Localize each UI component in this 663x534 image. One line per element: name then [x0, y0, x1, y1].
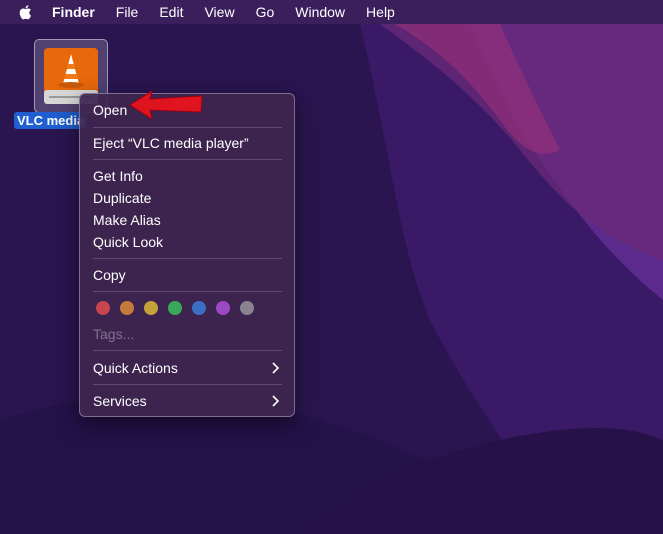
- annotation-arrow-icon: [129, 89, 203, 121]
- menu-window[interactable]: Window: [295, 4, 345, 20]
- menu-item-services-label: Services: [93, 393, 147, 409]
- menu-bar: Finder File Edit View Go Window Help: [0, 0, 663, 24]
- menu-item-eject[interactable]: Eject “VLC media player”: [93, 133, 282, 153]
- menu-separator: [93, 350, 282, 351]
- menu-separator: [93, 291, 282, 292]
- tag-color-blue[interactable]: [192, 301, 206, 315]
- menu-item-get-info[interactable]: Get Info: [93, 166, 282, 186]
- apple-icon[interactable]: [17, 3, 35, 21]
- tag-color-green[interactable]: [168, 301, 182, 315]
- tag-colors-row: [96, 301, 264, 317]
- tag-color-purple[interactable]: [216, 301, 230, 315]
- tag-color-red[interactable]: [96, 301, 110, 315]
- menu-item-copy[interactable]: Copy: [93, 265, 282, 285]
- menu-item-make-alias[interactable]: Make Alias: [93, 210, 282, 230]
- menu-go[interactable]: Go: [256, 4, 275, 20]
- menu-separator: [93, 127, 282, 128]
- menu-item-services[interactable]: Services: [93, 391, 282, 411]
- menu-item-duplicate[interactable]: Duplicate: [93, 188, 282, 208]
- chevron-right-icon: [272, 395, 280, 407]
- menu-item-quick-look[interactable]: Quick Look: [93, 232, 282, 252]
- tag-color-yellow[interactable]: [144, 301, 158, 315]
- menu-finder[interactable]: Finder: [52, 4, 95, 20]
- menu-separator: [93, 258, 282, 259]
- menu-edit[interactable]: Edit: [159, 4, 183, 20]
- menu-item-quick-actions[interactable]: Quick Actions: [93, 358, 282, 378]
- tag-color-orange[interactable]: [120, 301, 134, 315]
- chevron-right-icon: [272, 362, 280, 374]
- tag-color-gray[interactable]: [240, 301, 254, 315]
- context-menu: Open Eject “VLC media player” Get Info D…: [79, 93, 295, 417]
- vlc-drive-label[interactable]: VLC media: [14, 112, 88, 129]
- menu-file[interactable]: File: [116, 4, 139, 20]
- menu-separator: [93, 384, 282, 385]
- menu-separator: [93, 159, 282, 160]
- menu-help[interactable]: Help: [366, 4, 395, 20]
- menu-view[interactable]: View: [204, 4, 234, 20]
- menu-item-quick-actions-label: Quick Actions: [93, 360, 178, 376]
- menu-item-tags[interactable]: Tags...: [93, 324, 282, 344]
